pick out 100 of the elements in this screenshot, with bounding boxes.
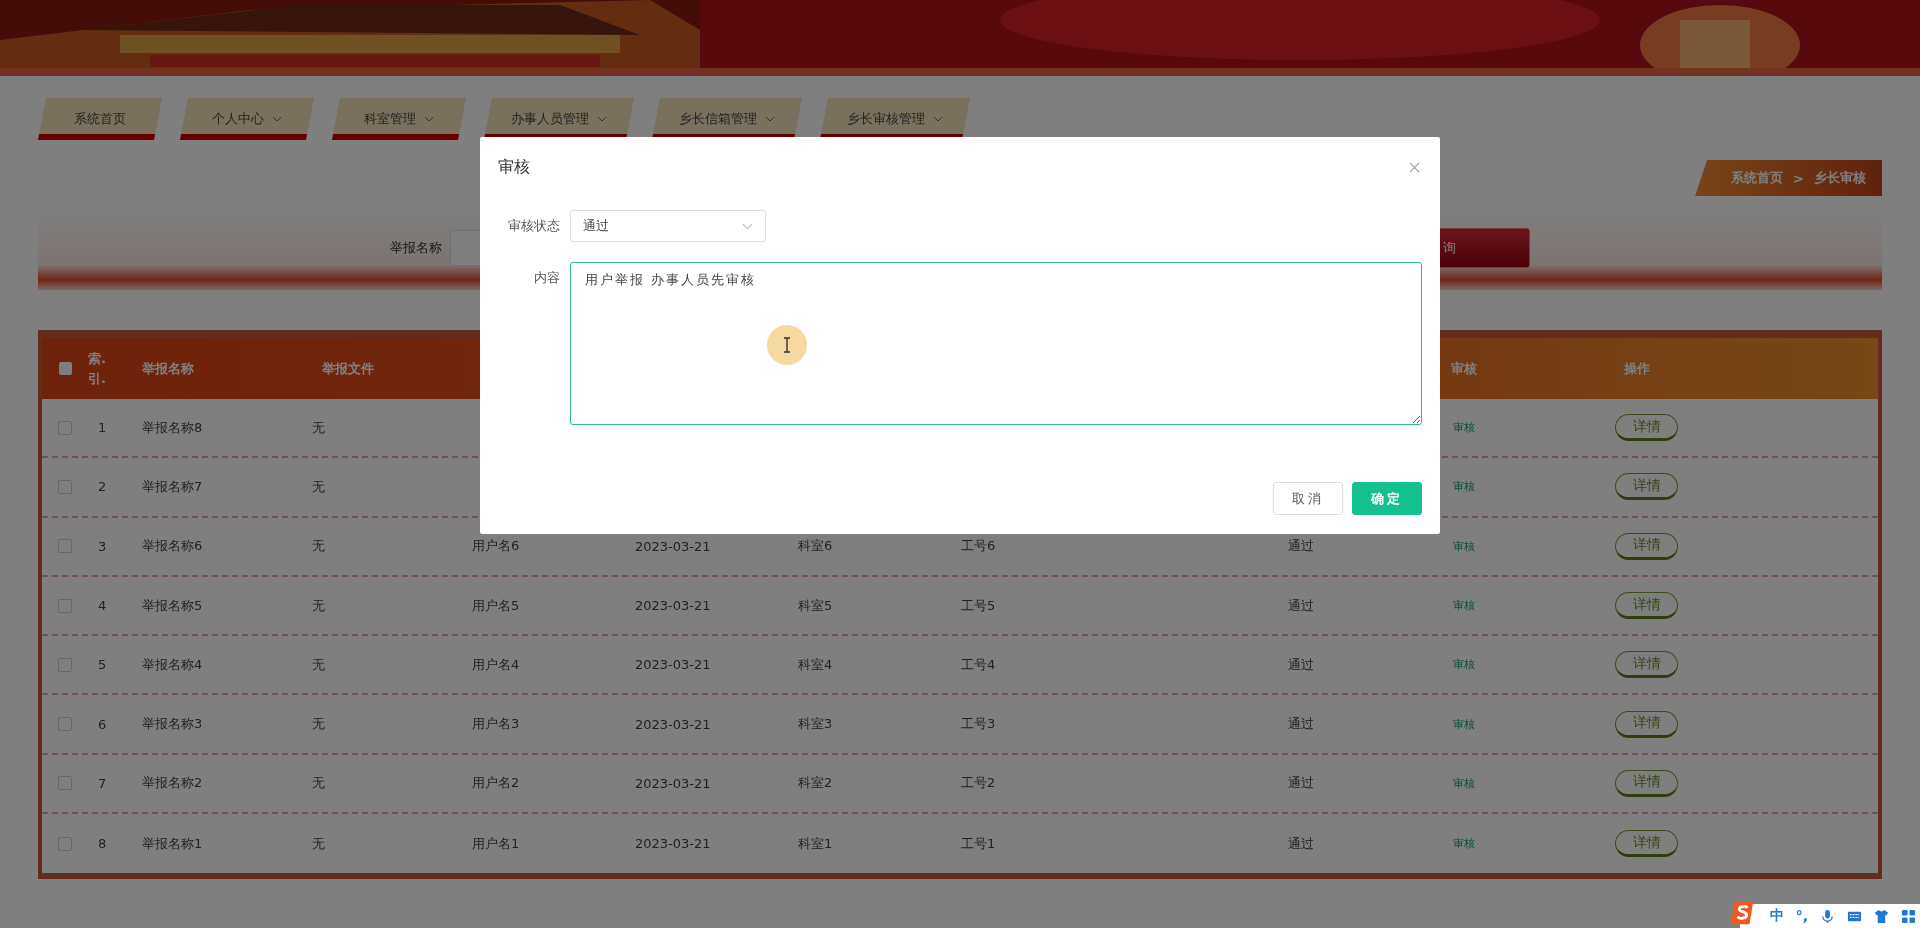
table-cell-text: 工号2 xyxy=(960,774,997,793)
table-cell-text: 无 xyxy=(311,537,326,556)
table-cell-text: 4 xyxy=(97,598,108,614)
table-cell-text: 7 xyxy=(97,775,108,791)
audit-link[interactable]: 审核 xyxy=(1441,716,1475,732)
table-cell-text: 无 xyxy=(311,418,326,437)
table-cell-text: 举报名称2 xyxy=(141,774,204,793)
detail-button[interactable]: 详情 xyxy=(1615,532,1678,560)
field-label: 审核状态 xyxy=(507,217,561,235)
row-checkbox[interactable] xyxy=(58,657,72,672)
microphone-icon[interactable] xyxy=(1820,908,1835,924)
dialog-title: 审核 xyxy=(498,157,530,178)
row-checkbox[interactable] xyxy=(58,598,72,613)
table-cell-text: 无 xyxy=(311,774,326,793)
table-cell-text: 举报名称4 xyxy=(141,655,204,674)
audit-link[interactable]: 审核 xyxy=(1441,538,1475,554)
table-cell-text: 科室1 xyxy=(797,834,834,853)
table-cell-text: 2 xyxy=(97,479,108,495)
nav-tab[interactable]: 办事人员管理 xyxy=(484,98,634,140)
detail-button[interactable]: 详情 xyxy=(1615,830,1678,858)
column-header: 索.引. xyxy=(88,350,107,388)
nav-tab[interactable]: 系统首页 xyxy=(38,98,162,140)
select-all-checkbox[interactable] xyxy=(58,362,72,375)
table-cell-text: 通过 xyxy=(1287,655,1315,674)
table-cell-text: 用户名1 xyxy=(471,834,521,853)
ime-button[interactable]: °, xyxy=(1795,908,1808,924)
table-cell-text: 用户名3 xyxy=(471,715,521,734)
detail-button[interactable]: 详情 xyxy=(1615,769,1678,797)
column-header: 操作 xyxy=(1623,359,1651,378)
table-cell-text: 举报名称1 xyxy=(141,834,204,853)
content-field[interactable]: 用户举报 办事人员先审核 xyxy=(570,262,1422,425)
detail-button[interactable]: 详情 xyxy=(1615,651,1678,679)
table-cell-text: 工号4 xyxy=(960,655,997,674)
table-cell-text: 无 xyxy=(311,596,326,615)
ime-button[interactable]: 中 xyxy=(1769,907,1784,925)
table-cell-text: 科室4 xyxy=(797,655,834,674)
row-checkbox[interactable] xyxy=(58,479,72,494)
table-cell-text: 通过 xyxy=(1287,596,1315,615)
table-cell-text: 用户名5 xyxy=(471,596,521,615)
table-cell-text: 3 xyxy=(97,538,108,554)
nav-tab[interactable]: 乡长审核管理 xyxy=(820,98,970,140)
confirm-button[interactable]: 确定 xyxy=(1352,482,1422,515)
cancel-button[interactable]: 取消 xyxy=(1273,482,1343,515)
table-cell-text: 无 xyxy=(311,655,326,674)
table-cell-text: 工号5 xyxy=(960,596,997,615)
table-cell-text: 科室2 xyxy=(797,774,834,793)
breadcrumb-item: > xyxy=(1793,170,1804,186)
close-icon[interactable] xyxy=(1409,162,1420,173)
table-cell-text: 2023-03-21 xyxy=(634,598,712,614)
audit-link[interactable]: 审核 xyxy=(1441,479,1475,495)
audit-link[interactable]: 审核 xyxy=(1441,420,1475,436)
row-checkbox[interactable] xyxy=(58,717,72,732)
text-cursor-icon xyxy=(767,325,807,365)
shirt-icon[interactable] xyxy=(1874,908,1889,924)
table-cell-text: 无 xyxy=(311,715,326,734)
table-cell-text: 通过 xyxy=(1287,537,1315,556)
audit-link[interactable]: 审核 xyxy=(1441,598,1475,614)
row-checkbox[interactable] xyxy=(58,776,72,791)
column-header: 审核 xyxy=(1450,359,1478,378)
table-cell-text: 科室5 xyxy=(797,596,834,615)
audit-link[interactable]: 审核 xyxy=(1441,836,1475,852)
table-cell-text: 举报名称8 xyxy=(141,418,204,437)
table-cell-text: 工号6 xyxy=(960,537,997,556)
table-cell-text: 无 xyxy=(311,834,326,853)
row-checkbox[interactable] xyxy=(58,539,72,554)
table-cell-text: 举报名称5 xyxy=(141,596,204,615)
breadcrumb-item[interactable]: 系统首页 xyxy=(1731,169,1784,187)
status-select[interactable]: 通过 xyxy=(570,210,766,242)
row-checkbox[interactable] xyxy=(58,420,72,435)
table-cell-text: 2023-03-21 xyxy=(634,836,712,852)
breadcrumb-item: 乡长审核 xyxy=(1814,169,1866,187)
table-cell-text: 6 xyxy=(97,716,108,732)
field-label: 内容 xyxy=(533,269,561,287)
row-checkbox[interactable] xyxy=(58,836,72,851)
table-cell-text: 5 xyxy=(97,657,108,673)
table-cell-text: 2023-03-21 xyxy=(634,775,712,791)
detail-button[interactable]: 详情 xyxy=(1615,710,1678,738)
column-header: 举报名称 xyxy=(141,359,195,378)
search-label: 举报名称 xyxy=(390,238,443,257)
table-cell-text: 用户名6 xyxy=(471,537,521,556)
table-cell-text: 通过 xyxy=(1287,715,1315,734)
table-cell-text: 通过 xyxy=(1287,834,1315,853)
detail-button[interactable]: 详情 xyxy=(1615,473,1678,501)
nav-tab[interactable]: 个人中心 xyxy=(180,98,314,140)
table-cell-text: 通过 xyxy=(1287,774,1315,793)
detail-button[interactable]: 详情 xyxy=(1615,592,1678,620)
audit-link[interactable]: 审核 xyxy=(1441,775,1475,791)
column-header: 举报文件 xyxy=(321,359,375,378)
chevron-down-icon xyxy=(742,222,753,230)
table-cell-text: 工号3 xyxy=(960,715,997,734)
table-cell-text: 用户名2 xyxy=(471,774,521,793)
audit-link[interactable]: 审核 xyxy=(1441,657,1475,673)
table-cell-text: 举报名称6 xyxy=(141,537,204,556)
nav-tab[interactable]: 乡长信箱管理 xyxy=(652,98,802,140)
grid-icon[interactable] xyxy=(1901,908,1916,924)
table-cell-text: 举报名称7 xyxy=(141,477,204,496)
detail-button[interactable]: 详情 xyxy=(1615,414,1678,442)
nav-tab[interactable]: 科室管理 xyxy=(332,98,466,140)
table-cell-text: 1 xyxy=(97,420,108,436)
table-cell-text: 2023-03-21 xyxy=(634,716,712,732)
